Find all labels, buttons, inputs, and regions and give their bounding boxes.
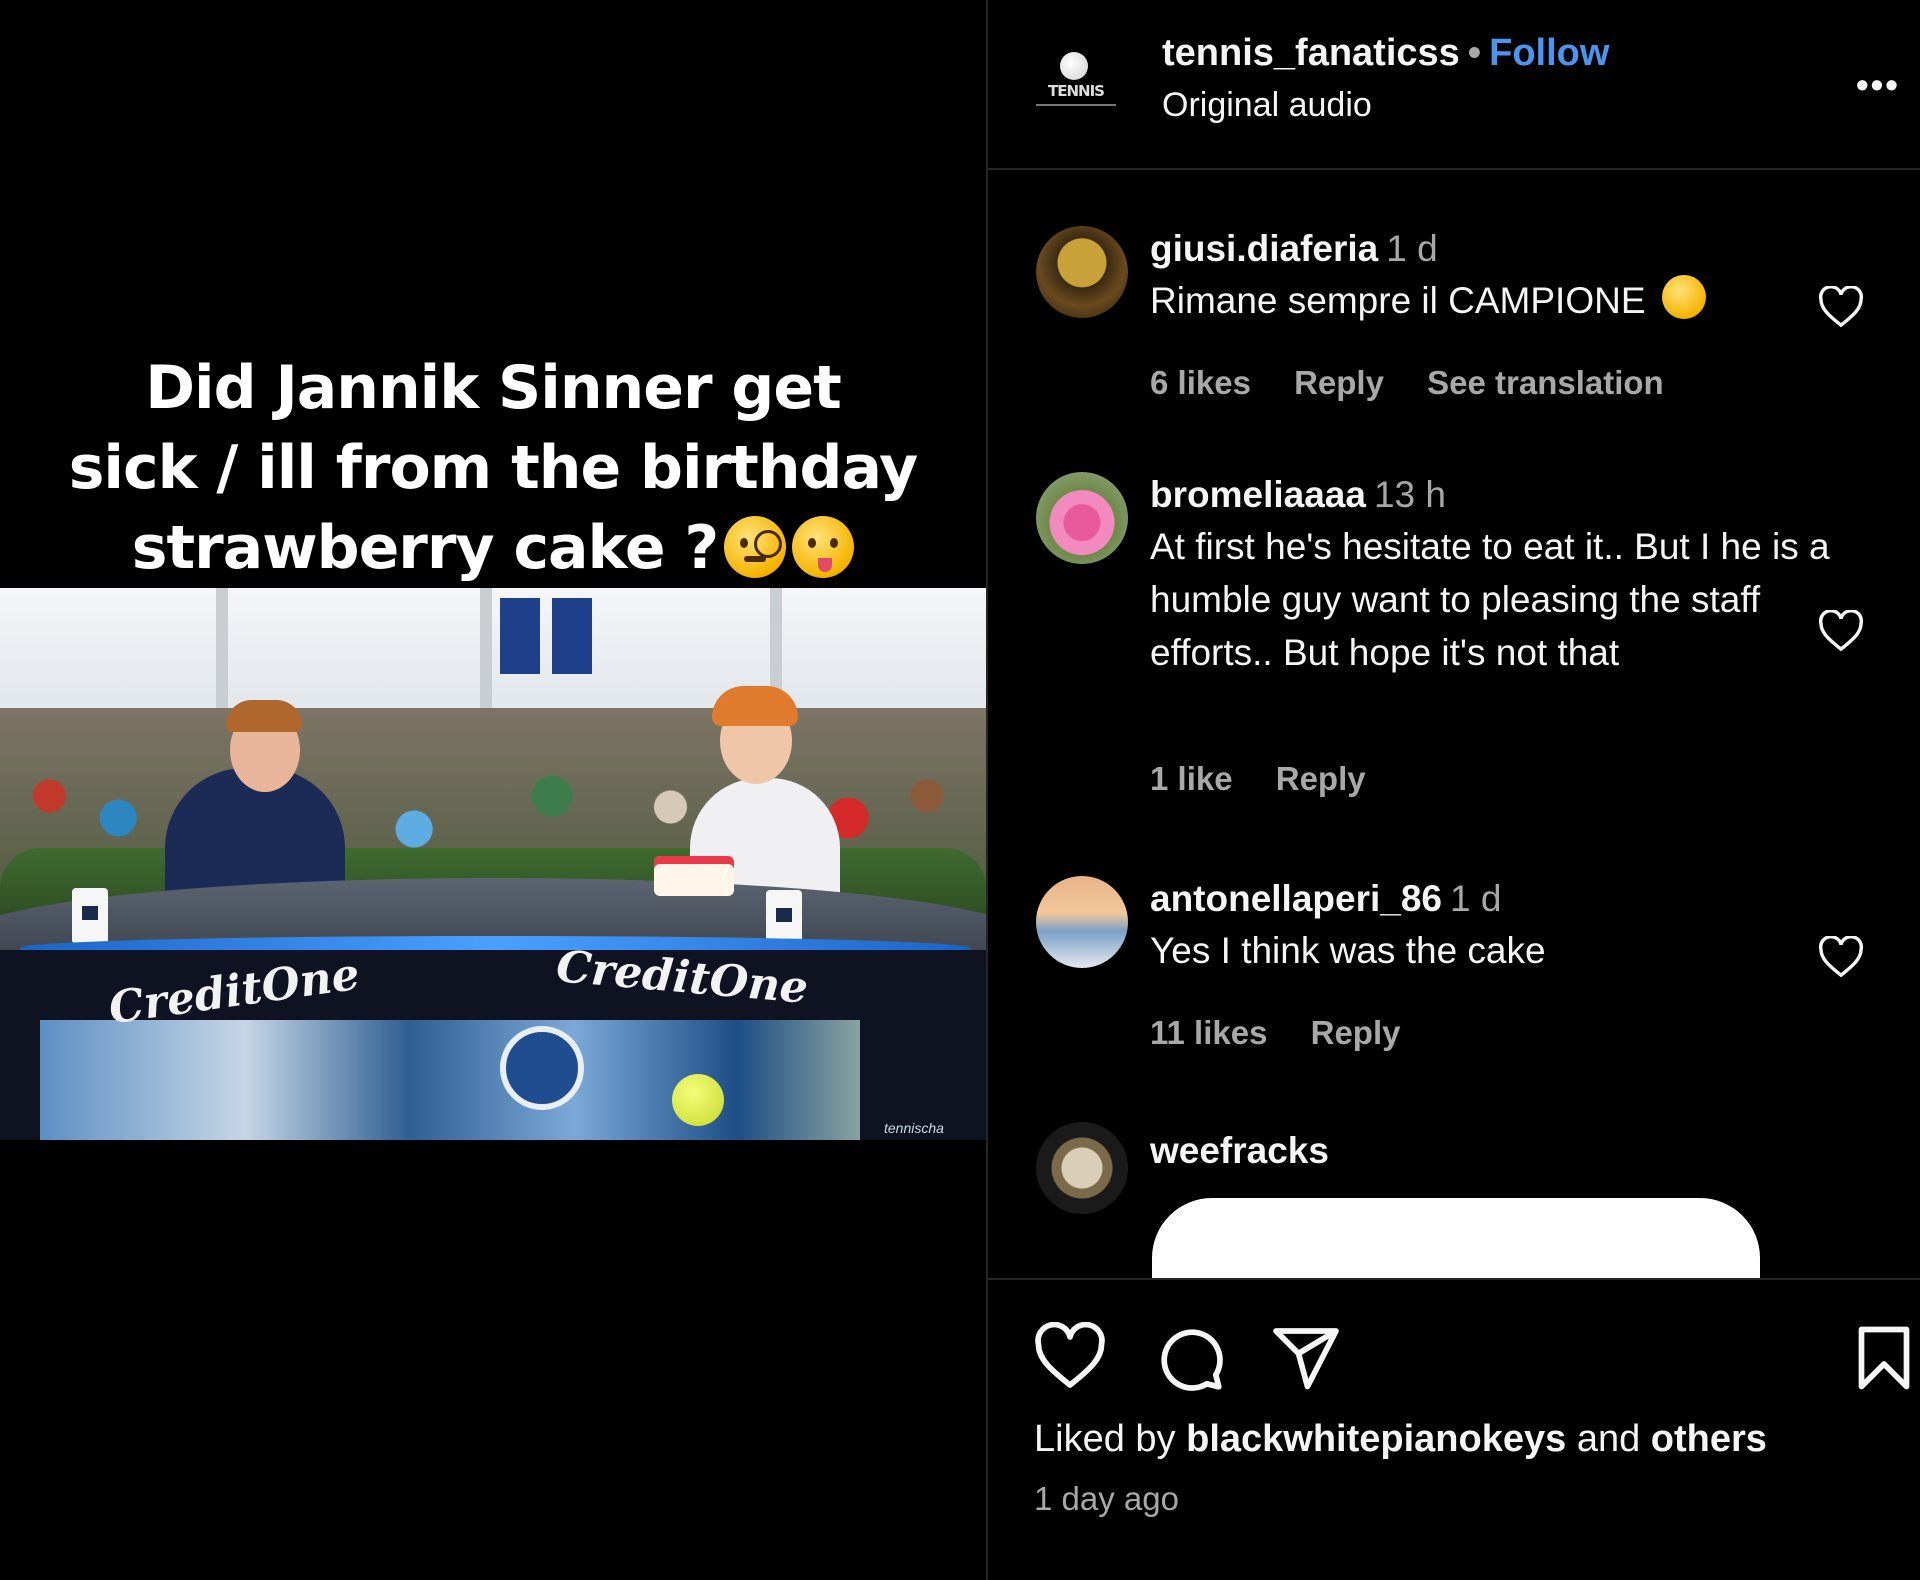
instagram-post-view: Did Jannik Sinner get sick / ill from th…	[0, 0, 1920, 1580]
liked-by-others[interactable]: others	[1651, 1418, 1767, 1460]
avatar[interactable]	[1036, 226, 1128, 318]
like-comment-heart-icon[interactable]	[1818, 286, 1864, 328]
see-translation-button[interactable]: See translation	[1427, 364, 1664, 401]
comment-username[interactable]: giusi.diaferia	[1150, 228, 1378, 269]
comment-text-row: Rimane sempre il CAMPIONE	[1150, 274, 1830, 327]
star-struck-emoji	[1661, 275, 1706, 319]
liked-by-and: and	[1576, 1418, 1641, 1460]
like-comment-heart-icon[interactable]	[1818, 936, 1864, 978]
account-username[interactable]: tennis_fanaticss	[1162, 32, 1460, 74]
avatar[interactable]	[1036, 876, 1128, 968]
monocle-face-emoji	[724, 516, 787, 578]
comment-text: At first he's hesitate to eat it.. But I…	[1150, 526, 1830, 673]
strawberry-cake	[654, 856, 734, 896]
video-caption-overlay: Did Jannik Sinner get sick / ill from th…	[0, 348, 986, 588]
likes-count[interactable]: 11 likes	[1150, 1014, 1267, 1051]
logo-underline	[1036, 104, 1116, 106]
separator-dot: •	[1467, 32, 1482, 74]
post-header: TENNIS tennis_fanaticss • Follow Original …	[988, 0, 1920, 168]
caption-line-2: sick / ill from the birthday	[68, 433, 919, 503]
comment-username[interactable]: weefracks	[1150, 1130, 1329, 1172]
comment-text: Rimane sempre il CAMPIONE	[1150, 280, 1646, 321]
globe-logo	[500, 1026, 584, 1110]
comment-header: bromeliaaaa 13 h	[1150, 474, 1446, 516]
avatar[interactable]	[1036, 472, 1128, 564]
liked-by-summary: Liked by blackwhitepianokeys and others	[1034, 1418, 1767, 1461]
comment-time: 1 d	[1450, 878, 1502, 919]
banner	[552, 598, 592, 674]
comment-meta: 11 likes Reply	[1150, 1014, 1435, 1052]
tennis-ball	[672, 1074, 724, 1126]
caption-line-3-text: strawberry cake ?	[131, 513, 719, 583]
comment-header: antonellaperi_86 1 d	[1150, 878, 1501, 920]
heart-icon[interactable]	[1034, 1322, 1106, 1394]
comments-list[interactable]: giusi.diaferia 1 d Rimane sempre il CAMPI…	[988, 170, 1920, 1278]
comment-time: 1 d	[1386, 228, 1438, 269]
video-frame[interactable]: CreditOne CreditOne tennischa	[0, 588, 986, 1140]
liked-by-user[interactable]: blackwhitepianokeys	[1186, 1418, 1566, 1460]
bookmark-icon[interactable]	[1848, 1322, 1920, 1394]
avatar[interactable]	[1036, 1122, 1128, 1214]
comment-header: giusi.diaferia 1 d	[1150, 228, 1438, 270]
caption-line-1: Did Jannik Sinner get	[145, 353, 842, 423]
logo-text: TENNIS	[1048, 82, 1105, 100]
woozy-face-emoji	[792, 516, 855, 578]
comment-meta: 1 like Reply	[1150, 760, 1400, 798]
liked-by-prefix: Liked by	[1034, 1418, 1176, 1460]
media-attachment-preview[interactable]	[1152, 1198, 1760, 1278]
comment-text: Yes I think was the cake	[1150, 930, 1546, 971]
video-watermark: tennischa	[884, 1120, 944, 1136]
account-avatar[interactable]: TENNIS	[1036, 46, 1116, 126]
actions-divider	[988, 1278, 1920, 1280]
comment-username[interactable]: bromeliaaaa	[1150, 474, 1366, 515]
comment-icon[interactable]	[1154, 1322, 1226, 1394]
share-icon[interactable]	[1270, 1322, 1342, 1394]
likes-count[interactable]: 6 likes	[1150, 364, 1251, 401]
likes-count[interactable]: 1 like	[1150, 760, 1233, 797]
follow-button[interactable]: Follow	[1489, 32, 1609, 74]
account-username-row: tennis_fanaticss • Follow	[1162, 32, 1609, 75]
tennis-ball-icon	[1060, 52, 1088, 80]
post-timestamp: 1 day ago	[1034, 1480, 1179, 1517]
host-hair	[226, 700, 302, 732]
more-options-button[interactable]: •••	[1856, 64, 1900, 106]
caption-line-3: strawberry cake ?	[0, 508, 986, 588]
reply-button[interactable]: Reply	[1311, 1014, 1401, 1051]
banner	[500, 598, 540, 674]
comment-time: 13 h	[1373, 474, 1446, 515]
like-comment-heart-icon[interactable]	[1818, 610, 1864, 652]
comments-sidebar: TENNIS tennis_fanaticss • Follow Original …	[988, 0, 1920, 1580]
audio-link[interactable]: Original audio	[1162, 86, 1372, 125]
mug	[72, 888, 108, 944]
desk-photo-panel	[40, 1020, 860, 1140]
comment-username[interactable]: antonellaperi_86	[1150, 878, 1442, 919]
reply-button[interactable]: Reply	[1276, 760, 1366, 797]
comment-meta: 6 likes Reply See translation	[1150, 364, 1698, 402]
reply-button[interactable]: Reply	[1294, 364, 1384, 401]
post-media[interactable]: Did Jannik Sinner get sick / ill from th…	[0, 0, 986, 1580]
player-hair	[712, 686, 798, 726]
tent-canopy	[0, 588, 986, 728]
